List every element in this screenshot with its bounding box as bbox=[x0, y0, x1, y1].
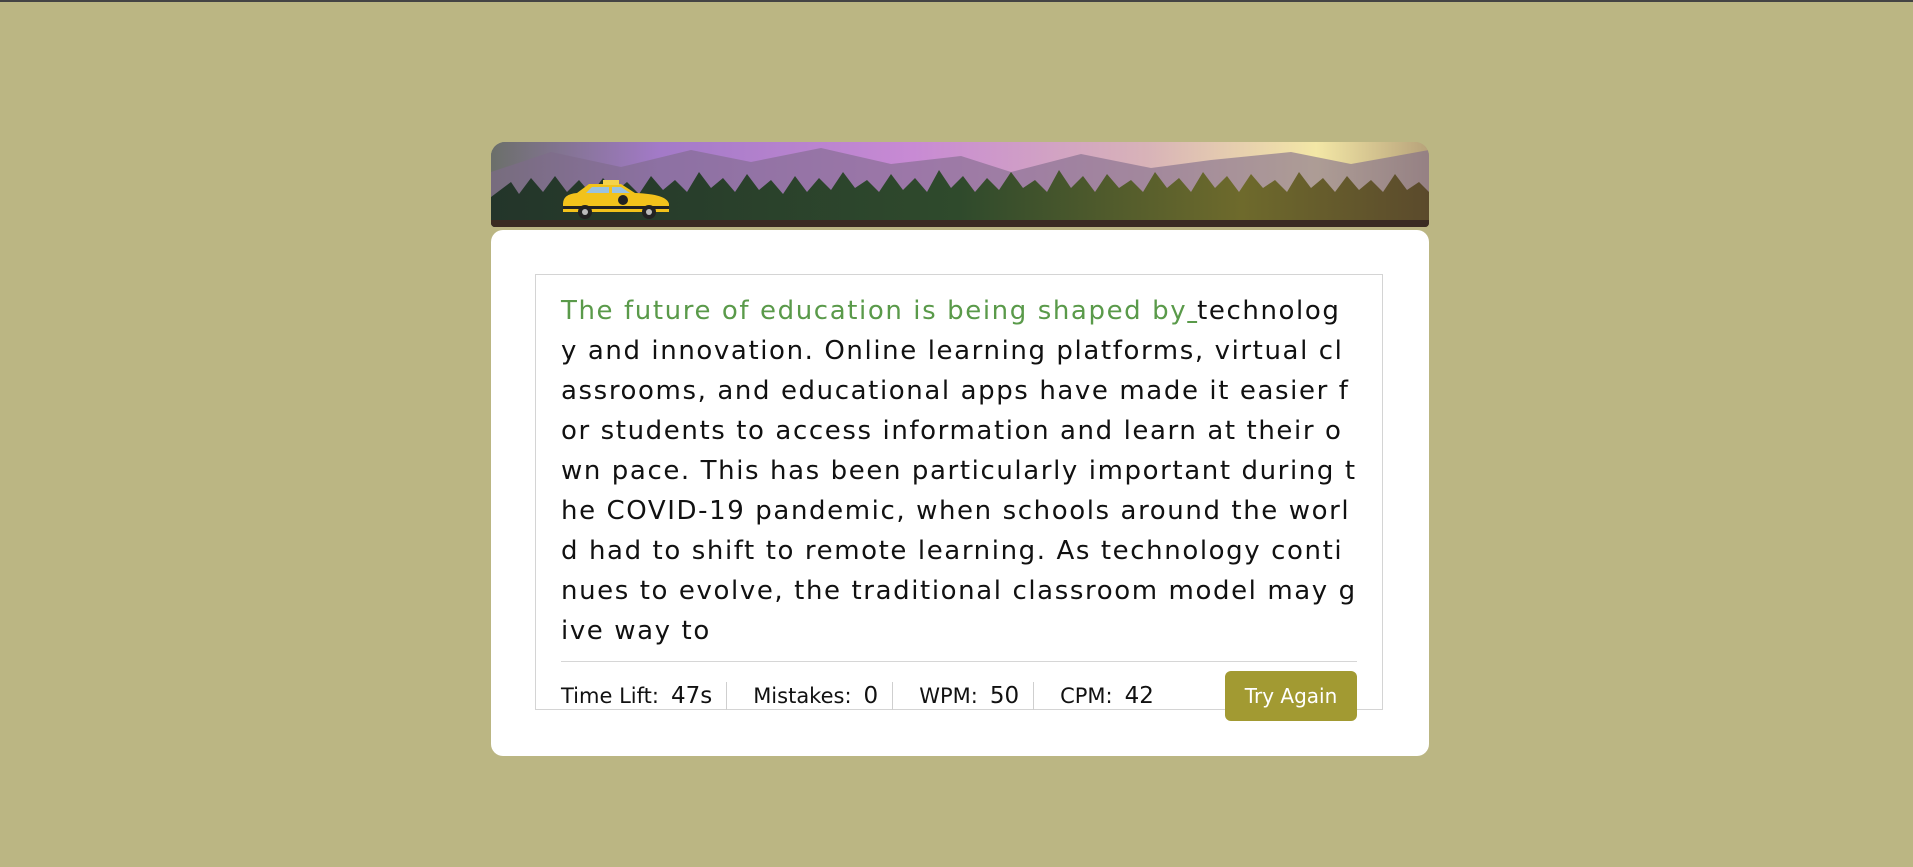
typing-area[interactable]: The future of education is being shaped … bbox=[535, 274, 1383, 721]
cpm-value: 42 bbox=[1124, 683, 1154, 709]
typing-test-card: The future of education is being shaped … bbox=[491, 230, 1429, 756]
mistakes-value: 0 bbox=[863, 683, 879, 709]
typed-text: The future of education is being shaped … bbox=[561, 296, 1188, 326]
time-left-value: 47s bbox=[670, 683, 713, 709]
try-again-button[interactable]: Try Again bbox=[1225, 671, 1357, 721]
remaining-text: technology and innovation. Online learni… bbox=[561, 296, 1357, 646]
mistakes-label: Mistakes: bbox=[753, 684, 852, 708]
wpm-stat: WPM: 50 bbox=[919, 682, 1035, 710]
mistakes-stat: Mistakes: 0 bbox=[753, 682, 894, 710]
typing-passage[interactable]: The future of education is being shaped … bbox=[561, 291, 1357, 651]
wpm-value: 50 bbox=[989, 683, 1020, 709]
header-banner bbox=[491, 142, 1429, 227]
typing-cursor bbox=[1187, 296, 1197, 326]
time-left-stat: Time Lift: 47s bbox=[561, 682, 728, 710]
time-left-label: Time Lift: bbox=[561, 684, 659, 708]
stats-bar: Time Lift: 47s Mistakes: 0 WPM: 50 CPM: … bbox=[561, 671, 1357, 721]
stats-divider bbox=[561, 661, 1357, 662]
window-top-border bbox=[0, 0, 1913, 2]
wpm-label: WPM: bbox=[919, 684, 978, 708]
cpm-label: CPM: bbox=[1060, 684, 1113, 708]
mountain-forest-scene bbox=[491, 142, 1429, 227]
cpm-stat: CPM: 42 bbox=[1060, 682, 1168, 710]
